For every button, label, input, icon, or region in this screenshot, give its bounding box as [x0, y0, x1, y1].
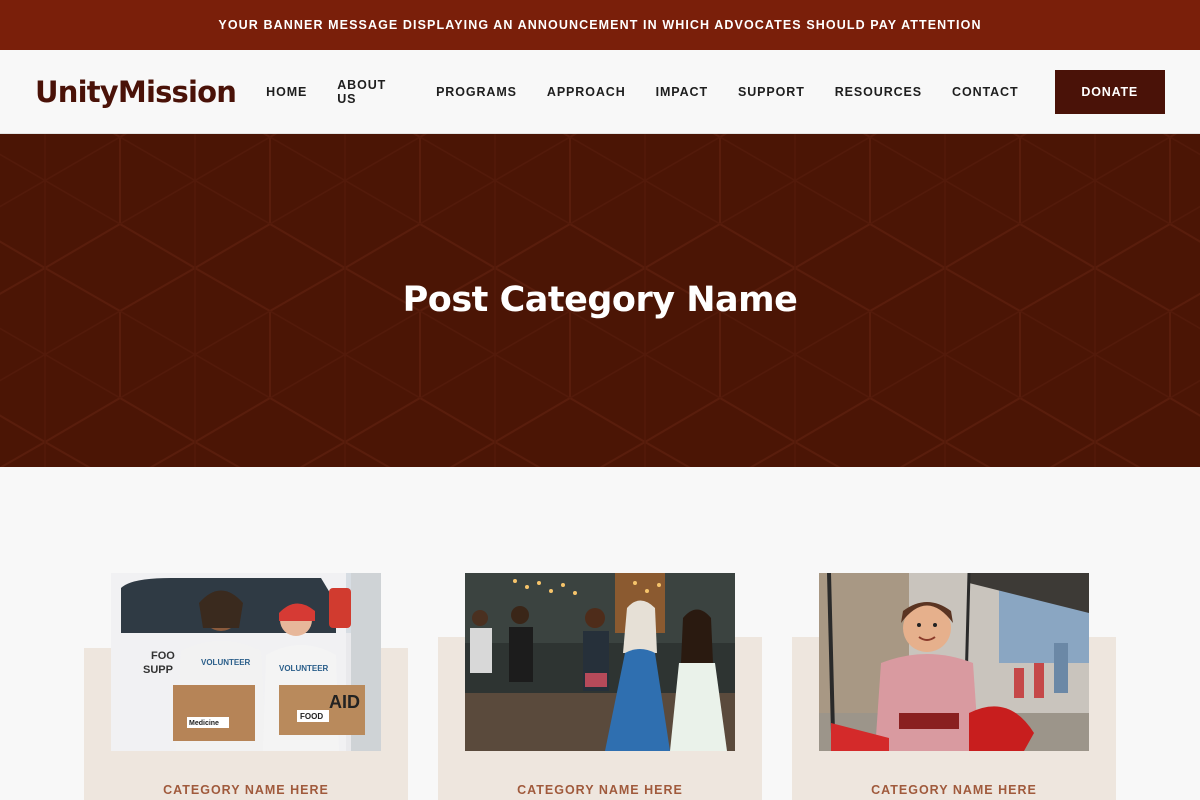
shirt-text-2: VOLUNTEER — [279, 664, 329, 673]
hero-section: Post Category Name — [0, 134, 1200, 467]
nav-home[interactable]: HOME — [266, 85, 307, 99]
post-category[interactable]: CATEGORY NAME HERE — [438, 783, 762, 797]
box-text-1: Medicine — [189, 720, 219, 727]
announcement-banner: YOUR BANNER MESSAGE DISPLAYING AN ANNOUN… — [0, 0, 1200, 50]
page-title: Post Category Name — [402, 279, 798, 320]
box-text-2: FOOD — [300, 712, 323, 721]
site-logo[interactable]: UnityMission — [35, 75, 237, 109]
nav-about-us[interactable]: ABOUT US — [337, 78, 406, 106]
nav-support[interactable]: SUPPORT — [738, 85, 805, 99]
donate-button[interactable]: DONATE — [1054, 69, 1165, 114]
banner-text: YOUR BANNER MESSAGE DISPLAYING AN ANNOUN… — [218, 18, 982, 32]
box-text-big: AID — [329, 692, 360, 712]
nav-resources[interactable]: RESOURCES — [835, 85, 922, 99]
nav-contact[interactable]: CONTACT — [952, 85, 1018, 99]
nav-approach[interactable]: APPROACH — [547, 85, 626, 99]
shirt-text-1: VOLUNTEER — [201, 658, 251, 667]
post-card[interactable]: CATEGORY NAME HERE — [792, 573, 1116, 800]
post-category[interactable]: CATEGORY NAME HERE — [792, 783, 1116, 797]
van-text-line2: SUPP — [143, 664, 173, 676]
community-gathering-photo[interactable] — [465, 573, 735, 751]
volunteers-with-aid-boxes-photo[interactable]: FOO SUPP VOLUNTEER VOLUNTEER Medicine AI… — [111, 573, 381, 751]
main-nav: HOME ABOUT US PROGRAMS APPROACH IMPACT S… — [236, 78, 1018, 106]
child-on-swing-photo[interactable] — [819, 573, 1089, 751]
post-category[interactable]: CATEGORY NAME HERE — [84, 783, 408, 797]
nav-impact[interactable]: IMPACT — [656, 85, 708, 99]
van-text-line1: FOO — [151, 650, 175, 662]
post-card[interactable]: CATEGORY NAME HERE — [438, 573, 762, 800]
nav-programs[interactable]: PROGRAMS — [436, 85, 517, 99]
site-header: UnityMission HOME ABOUT US PROGRAMS APPR… — [0, 50, 1200, 134]
post-grid: FOO SUPP VOLUNTEER VOLUNTEER Medicine AI… — [0, 467, 1200, 800]
post-card[interactable]: FOO SUPP VOLUNTEER VOLUNTEER Medicine AI… — [84, 573, 408, 800]
